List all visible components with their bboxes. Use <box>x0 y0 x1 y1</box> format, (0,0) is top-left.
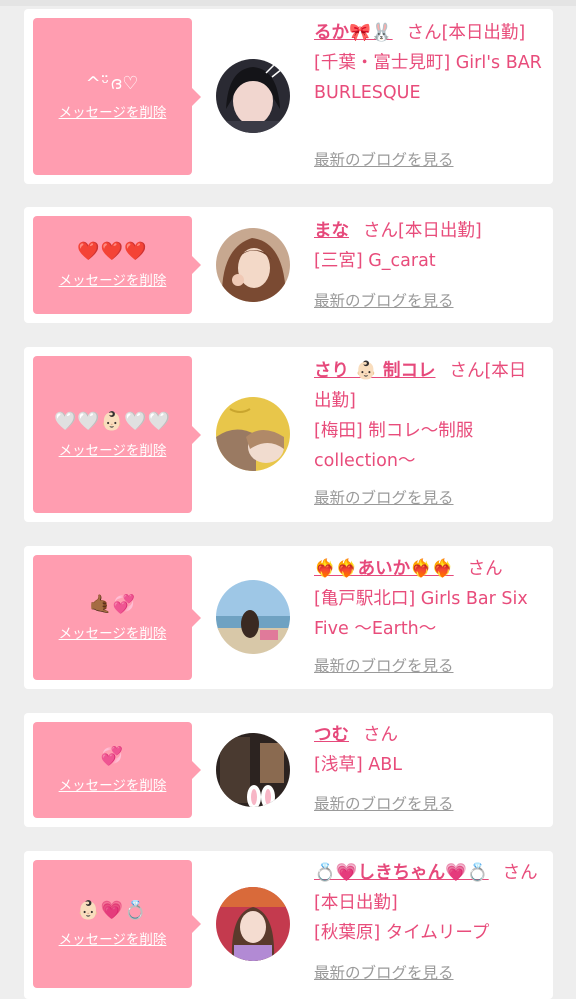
avatar-photo-icon <box>216 580 290 654</box>
message-text: 💞 <box>100 746 125 767</box>
avatar[interactable] <box>216 580 290 654</box>
message-text: 🤍🤍👶🏻🤍🤍 <box>53 410 172 432</box>
avatar-photo-icon <box>216 733 290 807</box>
latest-blog-link[interactable]: 最新のブログを見る <box>314 656 454 676</box>
avatar-photo-icon <box>216 887 290 961</box>
user-name-link[interactable]: まな <box>314 221 349 241</box>
honorific: さん <box>406 23 442 43</box>
shop-name: [秋葉原] タイムリープ <box>314 923 490 943</box>
attendance-status: [本日出勤] <box>441 23 526 43</box>
avatar-photo-icon <box>216 397 290 471</box>
delete-message-link[interactable]: メッセージを削除 <box>59 104 167 122</box>
delete-message-link[interactable]: メッセージを削除 <box>59 777 167 795</box>
shop-name: [浅草] ABL <box>314 755 402 775</box>
shop-name: [亀戸駅北口] Girls Bar Six Five 〜Earth〜 <box>314 589 528 639</box>
honorific: さん <box>363 725 398 745</box>
message-bubble: ^ᵕ̈ദ♡ メッセージを削除 <box>33 18 201 175</box>
avatar[interactable] <box>216 887 290 961</box>
message-bubble: 🤙🏾💞 メッセージを削除 <box>33 555 201 680</box>
list-item: ^ᵕ̈ദ♡ メッセージを削除 るか🎀🐰 さん[本日出勤] [千葉・富士見町] Gi… <box>24 9 553 184</box>
avatar[interactable] <box>216 397 290 471</box>
avatar[interactable] <box>216 59 290 133</box>
list-item: 💞 メッセージを削除 つむ さん [浅草] ABL 最新のブログを見る <box>24 713 553 827</box>
list-item: ❤️❤️❤️ メッセージを削除 まな さん[本日出勤] [三宮] G_carat … <box>24 207 553 323</box>
honorific: さん <box>363 221 398 241</box>
latest-blog-link[interactable]: 最新のブログを見る <box>314 963 454 983</box>
latest-blog-link[interactable]: 最新のブログを見る <box>314 291 454 311</box>
latest-blog-link[interactable]: 最新のブログを見る <box>314 150 454 170</box>
message-text: 👶🏻💗💍 <box>77 900 148 921</box>
shop-name: [三宮] G_carat <box>314 251 436 271</box>
message-bubble: 👶🏻💗💍 メッセージを削除 <box>33 860 201 988</box>
user-name-link[interactable]: ❤️‍🔥❤️‍🔥あいか❤️‍🔥❤️‍🔥 <box>314 559 454 579</box>
shop-name: [千葉・富士見町] Girl's BAR BURLESQUE <box>314 53 542 103</box>
avatar-photo-icon <box>216 228 290 302</box>
honorific: さん <box>502 863 538 883</box>
delete-message-link[interactable]: メッセージを削除 <box>59 625 167 643</box>
user-name-link[interactable]: るか🎀🐰 <box>314 23 393 43</box>
list-item: 🤙🏾💞 メッセージを削除 ❤️‍🔥❤️‍🔥あいか❤️‍🔥❤️‍🔥 さん [亀戸駅北… <box>24 546 553 689</box>
message-bubble: 💞 メッセージを削除 <box>33 722 201 818</box>
message-list: ^ᵕ̈ദ♡ メッセージを削除 るか🎀🐰 さん[本日出勤] [千葉・富士見町] Gi… <box>0 0 576 999</box>
delete-message-link[interactable]: メッセージを削除 <box>59 931 167 949</box>
message-text: ❤️❤️❤️ <box>77 241 148 262</box>
user-name-link[interactable]: さり 👶🏻 制コレ <box>314 361 435 381</box>
shop-name: [梅田] 制コレ〜制服collection〜 <box>314 421 474 471</box>
delete-message-link[interactable]: メッセージを削除 <box>59 442 167 460</box>
message-text: 🤙🏾💞 <box>89 593 136 615</box>
message-bubble: ❤️❤️❤️ メッセージを削除 <box>33 216 201 314</box>
user-name-link[interactable]: 💍💗しきちゃん💗💍 <box>314 863 489 883</box>
attendance-status: [本日出勤] <box>314 893 398 913</box>
avatar[interactable] <box>216 733 290 807</box>
avatar[interactable] <box>216 228 290 302</box>
avatar-photo-icon <box>216 59 290 133</box>
list-item: 🤍🤍👶🏻🤍🤍 メッセージを削除 さり 👶🏻 制コレ さん[本日出勤] [梅田] 制… <box>24 347 553 522</box>
message-text: ^ᵕ̈ദ♡ <box>85 72 140 94</box>
list-item: 👶🏻💗💍 メッセージを削除 💍💗しきちゃん💗💍 さん [本日出勤] [秋葉原] タイ… <box>24 851 553 999</box>
honorific: さん <box>449 361 485 381</box>
latest-blog-link[interactable]: 最新のブログを見る <box>314 794 454 814</box>
honorific: さん <box>467 559 503 579</box>
delete-message-link[interactable]: メッセージを削除 <box>59 272 167 290</box>
attendance-status: [本日出勤] <box>398 221 482 241</box>
latest-blog-link[interactable]: 最新のブログを見る <box>314 488 454 508</box>
user-name-link[interactable]: つむ <box>314 725 349 745</box>
message-bubble: 🤍🤍👶🏻🤍🤍 メッセージを削除 <box>33 356 201 513</box>
